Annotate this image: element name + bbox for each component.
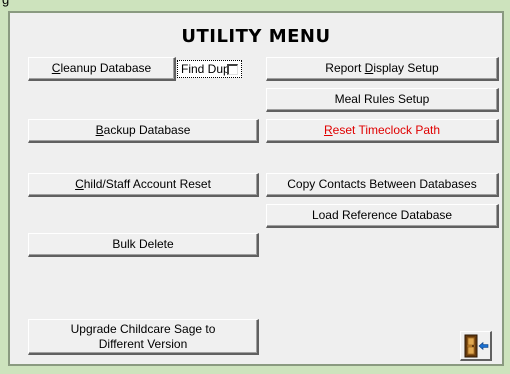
button-label: Copy Contacts Between Databases — [287, 177, 477, 191]
upgrade-version-button[interactable]: Upgrade Childcare Sage to Different Versi… — [28, 319, 259, 355]
report-display-setup-button[interactable]: Report Display Setup — [266, 57, 499, 81]
title-bar: g — [0, 0, 510, 10]
button-label: Meal Rules Setup — [334, 92, 430, 106]
cleanup-database-button[interactable]: Cleanup Database — [28, 57, 176, 81]
window-title: g — [2, 0, 9, 7]
meal-rules-setup-button[interactable]: Meal Rules Setup — [266, 88, 499, 112]
button-label: Reset Timeclock Path — [323, 123, 441, 137]
bulk-delete-button[interactable]: Bulk Delete — [28, 233, 259, 257]
button-label: Cleanup Database — [51, 61, 152, 75]
reset-timeclock-path-button[interactable]: Reset Timeclock Path — [266, 119, 499, 143]
exit-door-icon — [464, 334, 489, 358]
load-reference-database-button[interactable]: Load Reference Database — [266, 204, 499, 228]
button-label: Load Reference Database — [311, 208, 453, 222]
app-window: g UTILITY MENU Cleanup Database Find Dup… — [0, 0, 510, 374]
button-label: Report Display Setup — [325, 61, 439, 75]
button-label: Backup Database — [95, 123, 191, 137]
copy-contacts-between-databases-button[interactable]: Copy Contacts Between Databases — [266, 173, 499, 197]
find-dups-checkbox[interactable] — [227, 64, 238, 75]
button-label: Child/Staff Account Reset — [75, 177, 211, 191]
utility-menu-panel: UTILITY MENU Cleanup Database Find Dups … — [8, 11, 504, 366]
child-staff-account-reset-button[interactable]: Child/Staff Account Reset — [28, 173, 259, 197]
button-label: Upgrade Childcare Sage to Different Versi… — [70, 321, 216, 351]
exit-button[interactable] — [460, 331, 492, 361]
backup-database-button[interactable]: Backup Database — [28, 119, 259, 143]
page-title: UTILITY MENU — [181, 26, 331, 47]
button-label: Bulk Delete — [112, 237, 174, 251]
find-dups-checkbox-control[interactable]: Find Dups — [177, 60, 242, 78]
